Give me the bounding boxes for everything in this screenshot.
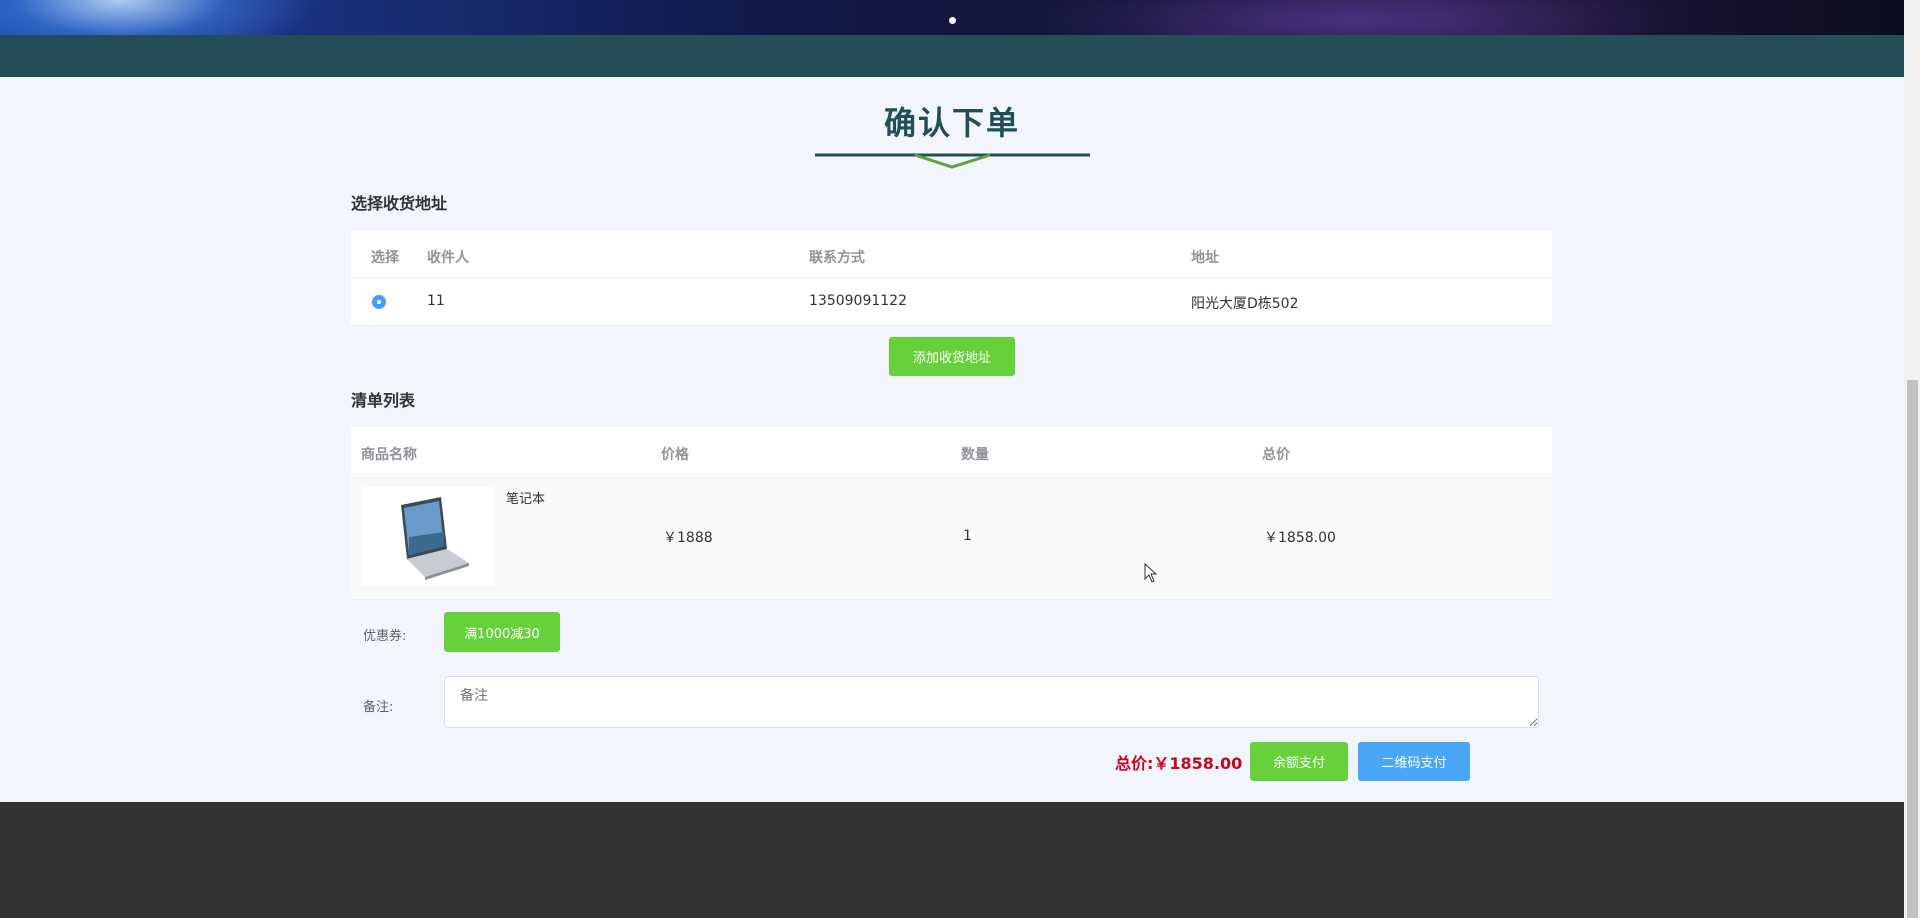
list-section-title: 清单列表 <box>351 391 416 410</box>
header-price: 价格 <box>661 447 689 463</box>
mouse-cursor-icon <box>1144 563 1158 583</box>
laptop-image[interactable] <box>361 487 495 586</box>
address-table-header: 选择 收件人 联系方式 地址 <box>351 230 1552 278</box>
product-name: 笔记本 <box>506 492 546 507</box>
address-table: 选择 收件人 联系方式 地址 11 13509091122 阳光大厦D栋502 <box>351 230 1552 326</box>
header-quantity: 数量 <box>961 447 989 463</box>
add-address-button[interactable]: 添加收货地址 <box>889 337 1015 376</box>
product-price: ￥1888 <box>663 530 713 546</box>
top-banner <box>0 0 1904 35</box>
product-subtotal: ￥1858.00 <box>1264 530 1336 546</box>
nav-bar <box>0 35 1904 77</box>
order-table-header: 商品名称 价格 数量 总价 <box>351 427 1552 475</box>
scrollbar-thumb[interactable] <box>1907 380 1918 918</box>
header-contact: 联系方式 <box>809 250 865 266</box>
title-underline-decoration <box>815 153 1090 169</box>
header-select: 选择 <box>371 250 399 266</box>
product-quantity: 1 <box>963 528 972 544</box>
remark-input[interactable] <box>444 676 1539 728</box>
table-row[interactable]: 11 13509091122 阳光大厦D栋502 <box>351 278 1552 326</box>
header-total: 总价 <box>1262 447 1290 463</box>
total-value: ￥1858.00 <box>1153 754 1243 773</box>
recipient-name: 11 <box>427 293 445 309</box>
scrollbar-track[interactable] <box>1904 0 1920 918</box>
header-recipient: 收件人 <box>427 250 469 266</box>
remark-label: 备注: <box>363 700 394 715</box>
header-address: 地址 <box>1191 250 1219 266</box>
order-total: 总价:￥1858.00 <box>1115 750 1242 774</box>
carousel-dot[interactable] <box>949 17 956 24</box>
page-title: 确认下单 <box>883 104 1020 142</box>
header-product-name: 商品名称 <box>361 447 417 463</box>
coupon-button[interactable]: 满1000减30 <box>444 612 560 652</box>
coupon-label: 优惠券: <box>363 629 407 644</box>
balance-pay-button[interactable]: 余额支付 <box>1250 742 1348 781</box>
order-table: 商品名称 价格 数量 总价 笔记本 ￥1888 1 ￥1858.00 <box>351 427 1552 600</box>
qrcode-pay-button[interactable]: 二维码支付 <box>1358 742 1470 781</box>
recipient-phone: 13509091122 <box>809 293 907 309</box>
page-footer <box>0 802 1904 918</box>
total-label: 总价: <box>1115 754 1154 773</box>
table-row[interactable]: 笔记本 ￥1888 1 ￥1858.00 <box>351 475 1552 600</box>
recipient-address: 阳光大厦D栋502 <box>1191 296 1299 312</box>
address-radio[interactable] <box>372 295 386 309</box>
address-section-title: 选择收货地址 <box>351 194 448 213</box>
